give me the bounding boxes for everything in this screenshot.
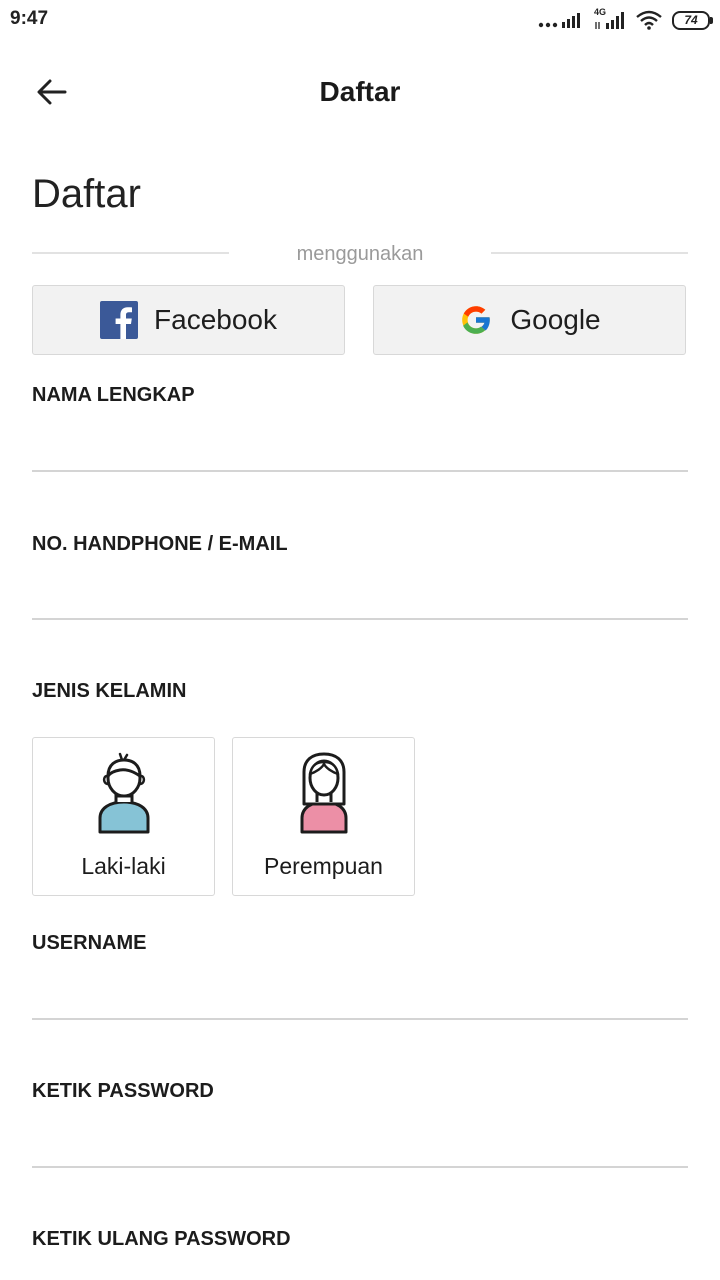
divider-line-right <box>491 252 688 254</box>
password-confirm-label: KETIK ULANG PASSWORD <box>32 1228 291 1250</box>
full-name-input[interactable] <box>32 424 688 468</box>
wifi-icon <box>636 10 662 30</box>
social-divider: menggunakan <box>32 240 688 270</box>
username-label: USERNAME <box>32 932 147 954</box>
page-title: Daftar <box>32 172 141 216</box>
username-underline <box>32 1018 688 1020</box>
signal-icon <box>538 13 580 28</box>
password-label: KETIK PASSWORD <box>32 1080 214 1102</box>
phone-email-label: NO. HANDPHONE / E-MAIL <box>32 533 288 555</box>
app-bar: Daftar <box>0 56 720 128</box>
signal-4g-icon: 4G <box>594 7 626 30</box>
facebook-button[interactable]: Facebook <box>32 285 345 355</box>
gender-option-female[interactable]: Perempuan <box>232 737 415 896</box>
status-bar: 9:47 4G 74 <box>0 0 720 40</box>
status-time: 9:47 <box>10 8 49 29</box>
phone-email-underline <box>32 618 688 620</box>
gender-option-male-label: Laki-laki <box>81 853 166 879</box>
gender-option-female-label: Perempuan <box>264 853 383 879</box>
male-avatar-icon <box>98 752 149 834</box>
divider-label: menggunakan <box>296 243 424 265</box>
status-icons: 4G 74 <box>538 7 713 32</box>
username-input[interactable] <box>32 972 688 1016</box>
gender-label: JENIS KELAMIN <box>32 680 187 702</box>
app-bar-title: Daftar <box>319 76 401 107</box>
full-name-underline <box>32 470 688 472</box>
google-icon <box>462 306 492 334</box>
facebook-button-label: Facebook <box>154 304 277 335</box>
female-avatar-icon <box>300 752 347 834</box>
full-name-label: NAMA LENGKAP <box>32 384 195 406</box>
google-button[interactable]: Google <box>373 285 686 355</box>
gender-option-male[interactable]: Laki-laki <box>32 737 215 896</box>
password-underline <box>32 1166 688 1168</box>
battery-icon: 74 <box>672 10 713 30</box>
password-input[interactable] <box>32 1120 688 1164</box>
battery-level: 74 <box>684 13 698 27</box>
facebook-icon <box>100 301 139 339</box>
phone-email-input[interactable] <box>32 572 688 616</box>
google-button-label: Google <box>510 304 601 335</box>
